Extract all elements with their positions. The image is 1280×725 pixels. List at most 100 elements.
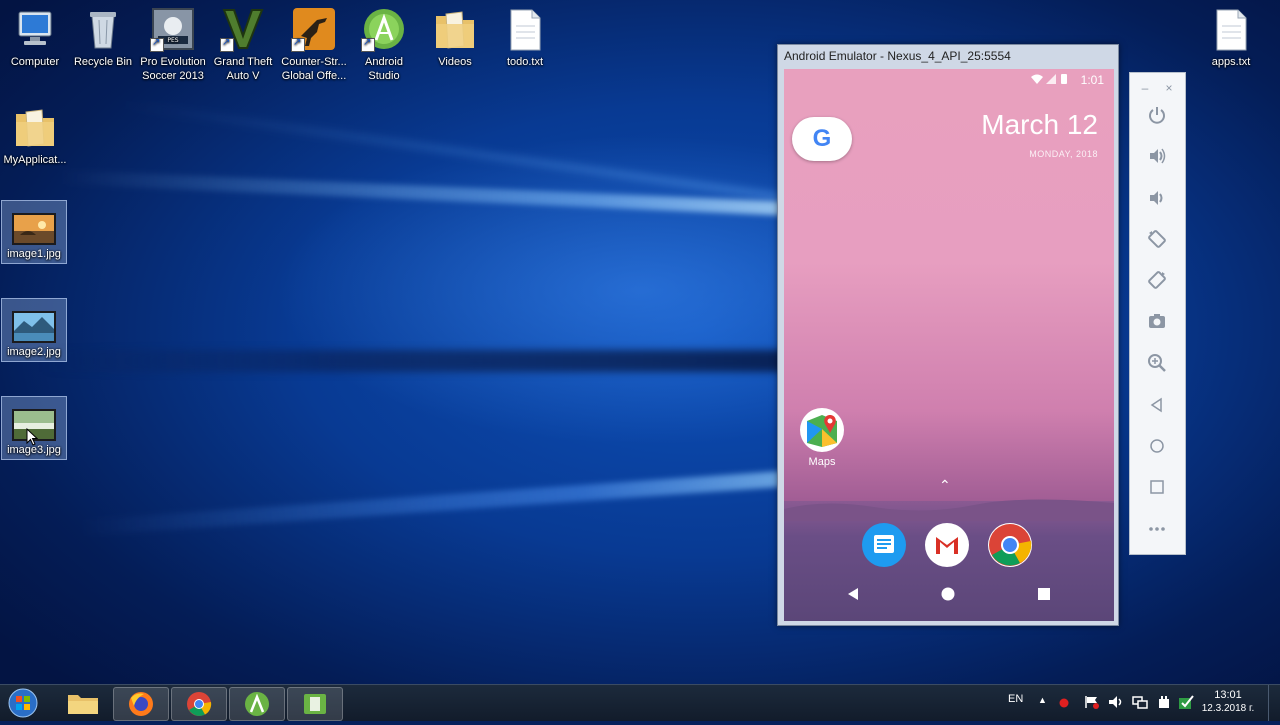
show-hidden-icons-arrow-icon[interactable]: ▲ (1038, 695, 1047, 705)
recycle-bin-icon (80, 6, 126, 52)
android-studio-icon (361, 6, 407, 52)
more-button[interactable] (1146, 519, 1168, 541)
emulator-toolbar: – × (1129, 72, 1186, 555)
videos-folder-desktop-icon[interactable]: Videos (420, 6, 490, 69)
action-center-flag-icon[interactable] (1084, 695, 1100, 709)
emulator-title: Android Emulator - Nexus_4_API_25:5554 (784, 49, 1011, 63)
android-back-button[interactable] (846, 587, 860, 601)
minimize-icon[interactable]: – (1138, 77, 1152, 99)
emulator-icon (304, 694, 326, 714)
android-screen[interactable]: 1:01 G March 12 MONDAY, 2018 Maps ⌃ (784, 69, 1114, 621)
usb-device-icon[interactable] (1156, 695, 1172, 709)
pes-2013-desktop-icon[interactable]: PES Pro Evolution Soccer 2013 (138, 6, 208, 83)
close-icon[interactable]: × (1162, 77, 1176, 99)
folder-icon (432, 6, 478, 52)
maps-app-icon[interactable]: Maps (798, 407, 846, 468)
back-button[interactable] (1146, 395, 1168, 417)
dock (784, 499, 1114, 621)
taskbar-firefox[interactable] (113, 687, 169, 721)
icon-label: Android Studio (365, 56, 403, 82)
todo-txt-desktop-icon[interactable]: todo.txt (490, 6, 560, 69)
gta-v-desktop-icon[interactable]: Grand Theft Auto V (208, 6, 278, 83)
android-studio-desktop-icon[interactable]: Android Studio (349, 6, 419, 83)
security-check-icon[interactable] (1178, 694, 1194, 710)
google-search-widget[interactable]: G (792, 117, 852, 161)
home-button[interactable] (1146, 436, 1168, 458)
status-time: 1:01 (1080, 73, 1104, 87)
computer-desktop-icon[interactable]: Computer (0, 6, 70, 69)
computer-icon (12, 6, 58, 52)
rotate-right-icon (1148, 271, 1166, 289)
clock-time: 13:01 (1214, 689, 1242, 701)
camera-icon (1149, 314, 1165, 328)
counter-strike-desktop-icon[interactable]: Counter-Str... Global Offe... (279, 6, 349, 83)
rotate-right-button[interactable] (1146, 270, 1168, 292)
volume-down-button[interactable] (1146, 188, 1168, 210)
taskbar-explorer[interactable] (56, 687, 110, 719)
google-maps-icon (800, 408, 844, 452)
chrome-app-icon[interactable] (988, 523, 1032, 567)
volume-up-button[interactable] (1146, 146, 1168, 168)
icon-label: apps.txt (1211, 56, 1251, 68)
taskbar-android-studio[interactable] (229, 687, 285, 721)
icon-label: MyApplicat... (3, 154, 67, 166)
date-widget[interactable]: March 12 (981, 109, 1098, 141)
overview-square-icon (1150, 480, 1164, 494)
taskbar-emulator[interactable] (287, 687, 343, 721)
home-circle-icon (1150, 439, 1164, 453)
volume-down-icon (1150, 191, 1163, 205)
text-file-icon (1208, 6, 1254, 52)
chrome-icon (989, 524, 1032, 566)
gta-v-game-icon (220, 6, 266, 52)
status-bar: 1:01 (1030, 73, 1104, 87)
android-emulator-window[interactable]: Android Emulator - Nexus_4_API_25:5554 1… (777, 44, 1119, 626)
image-thumbnail-icon (12, 311, 56, 343)
back-triangle-icon (1150, 397, 1162, 413)
volume-up-icon (1150, 148, 1166, 164)
messages-app-icon[interactable] (862, 523, 906, 567)
start-button[interactable] (0, 687, 46, 719)
clock[interactable]: 13:01 12.3.2018 г. (1196, 689, 1260, 714)
wifi-signal-battery-icon (1031, 74, 1068, 84)
folder-icon (12, 104, 58, 150)
apps-txt-desktop-icon[interactable]: apps.txt (1196, 6, 1266, 69)
more-dots-icon (1149, 527, 1165, 531)
icon-label: image2.jpg (7, 346, 61, 358)
weekday-label: MONDAY, 2018 (1029, 149, 1098, 159)
android-home-button[interactable] (941, 587, 955, 601)
google-g-icon: G (812, 125, 832, 152)
clock-date: 12.3.2018 г. (1201, 703, 1255, 714)
zoom-button[interactable] (1146, 353, 1168, 375)
image1-desktop-icon[interactable]: image1.jpg (1, 200, 67, 264)
overview-button[interactable] (1146, 477, 1168, 499)
shadow-ray (40, 350, 800, 372)
record-indicator-icon[interactable] (1058, 697, 1070, 709)
light-ray (59, 170, 820, 218)
volume-icon[interactable] (1108, 695, 1124, 709)
android-overview-button[interactable] (1037, 587, 1051, 601)
shortcut-arrow-icon (150, 36, 164, 52)
gmail-app-icon[interactable] (925, 523, 969, 567)
taskbar-chrome-like[interactable] (171, 687, 227, 721)
show-desktop-button[interactable] (1268, 685, 1280, 721)
power-button[interactable] (1146, 105, 1168, 127)
screenshot-button[interactable] (1146, 311, 1168, 333)
chrome-icon (187, 692, 212, 716)
power-icon (1149, 107, 1165, 124)
image2-desktop-icon[interactable]: image2.jpg (1, 298, 67, 362)
counter-strike-game-icon (291, 6, 337, 52)
hills-decoration (784, 499, 1114, 521)
network-icon[interactable] (1132, 695, 1148, 709)
recycle-bin-desktop-icon[interactable]: Recycle Bin (68, 6, 138, 69)
language-indicator[interactable]: EN (1008, 693, 1023, 705)
maps-label: Maps (808, 456, 836, 468)
icon-label: Grand Theft Auto V (213, 56, 273, 82)
mouse-cursor-icon (26, 428, 38, 446)
myapplication-folder-desktop-icon[interactable]: MyApplicat... (0, 104, 70, 167)
icon-label: image1.jpg (7, 248, 61, 260)
rotate-left-button[interactable] (1146, 229, 1168, 251)
message-icon (874, 535, 894, 553)
light-ray (79, 469, 799, 536)
icon-label: Pro Evolution Soccer 2013 (140, 56, 206, 82)
firefox-icon (129, 692, 153, 716)
